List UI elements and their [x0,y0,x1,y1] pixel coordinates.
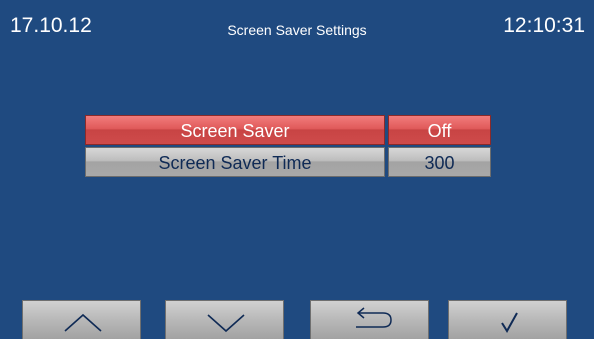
setting-label-screen-saver-time[interactable]: Screen Saver Time [85,147,385,177]
setting-row-screen-saver-time[interactable]: Screen Saver Time 300 [85,147,491,177]
time-display: 12:10:31 [503,14,585,37]
screen-saver-settings-screen: 17.10.12 Screen Saver Settings 12:10:31 … [0,0,594,339]
setting-label-screen-saver[interactable]: Screen Saver [85,115,385,145]
return-arrow-icon [356,307,392,328]
scroll-up-button[interactable] [22,300,141,339]
back-button[interactable] [310,300,429,339]
chevron-up-icon [64,313,102,332]
scroll-down-button[interactable] [165,300,284,339]
checkmark-icon [501,312,518,333]
setting-row-screen-saver[interactable]: Screen Saver Off [85,115,491,145]
chevron-down-icon [207,314,245,333]
setting-value-screen-saver-time[interactable]: 300 [388,147,491,177]
confirm-button[interactable] [448,300,567,339]
setting-value-screen-saver[interactable]: Off [388,115,491,145]
